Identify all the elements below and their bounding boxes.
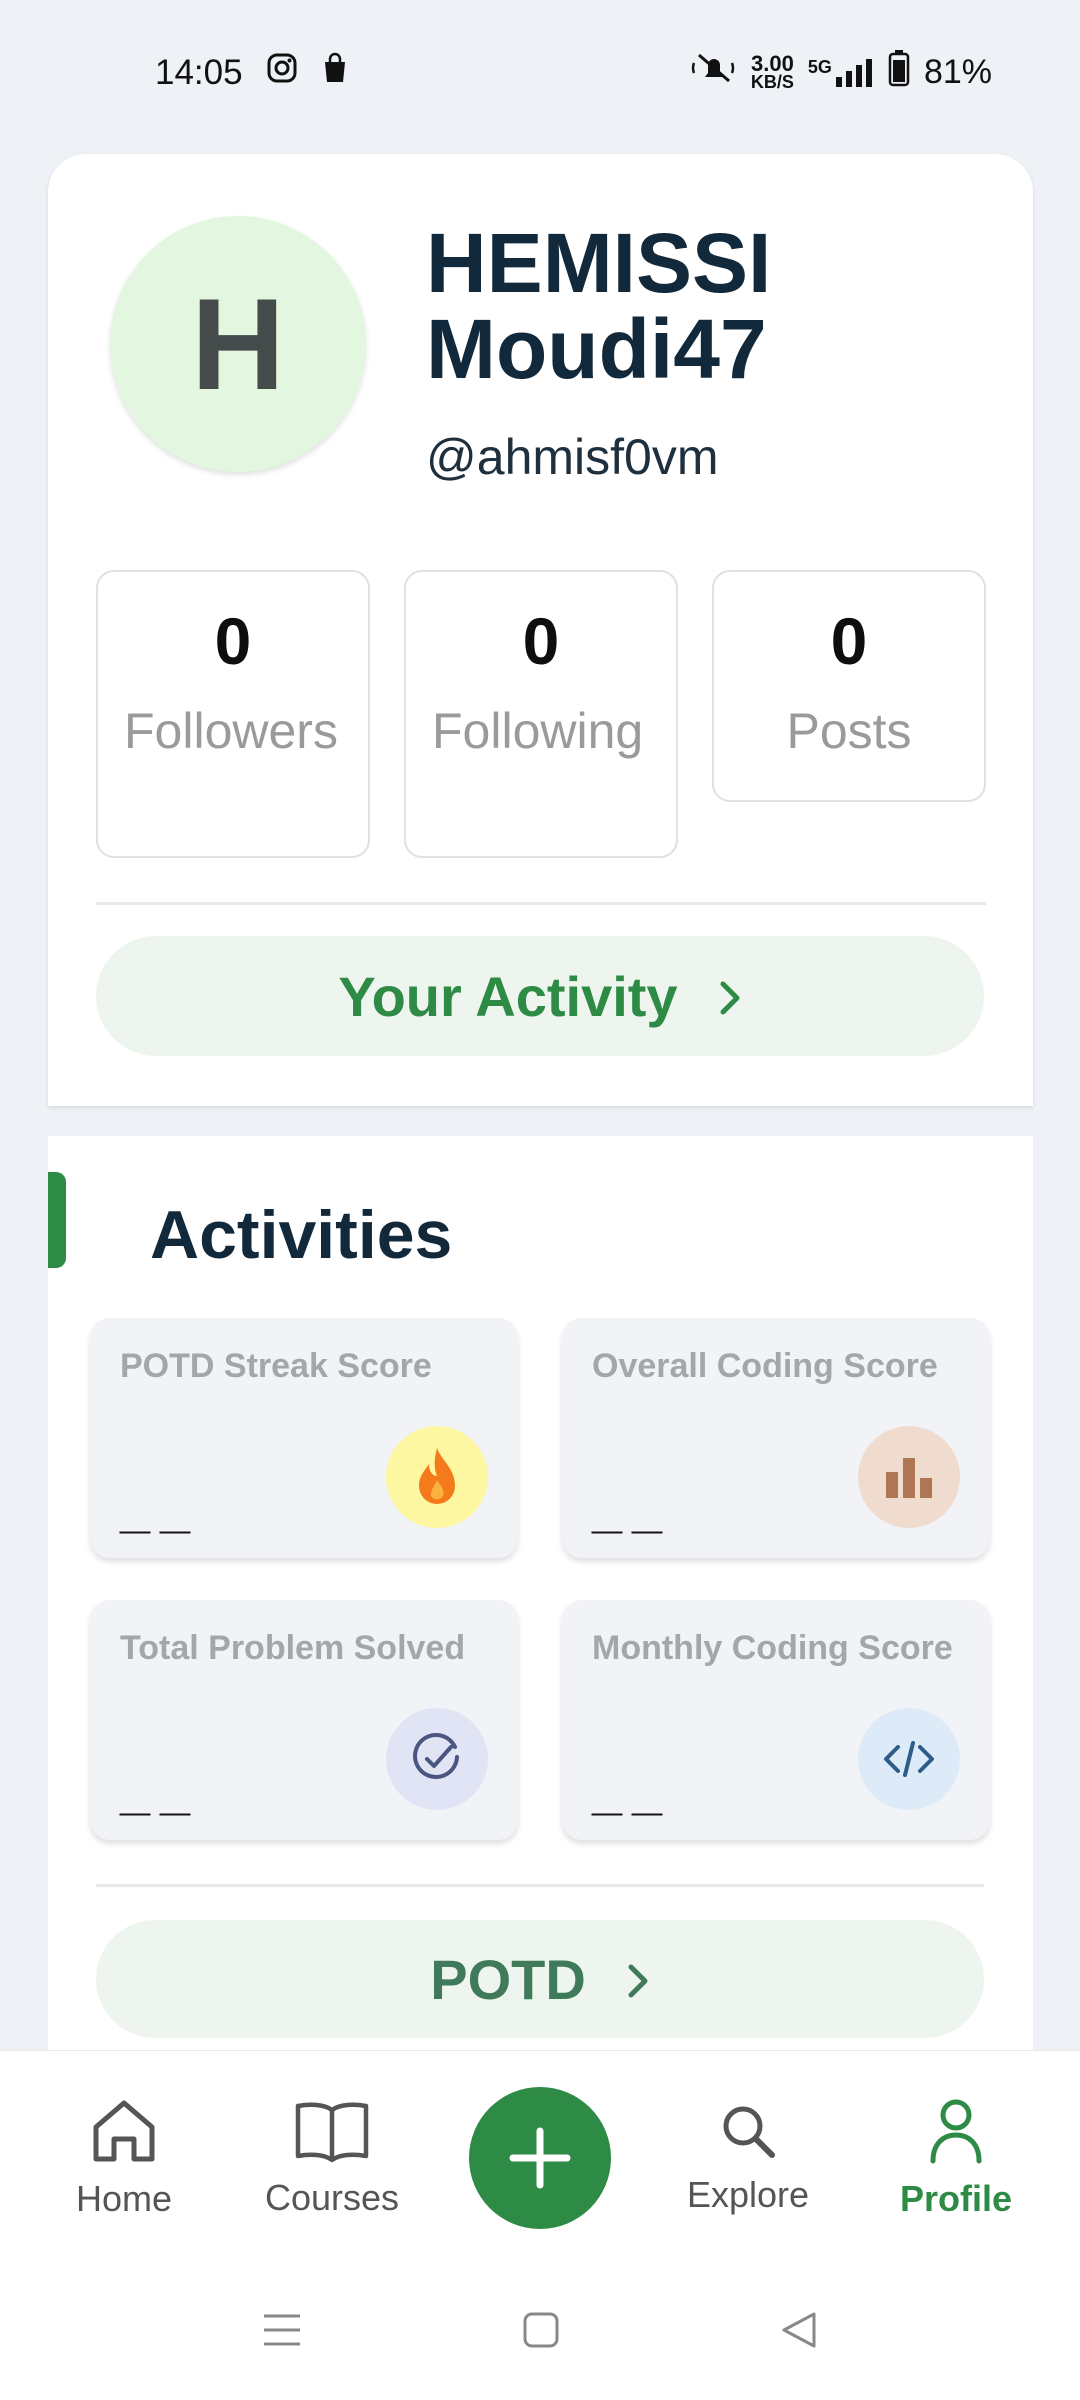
back-icon[interactable] [780, 2310, 818, 2355]
tile-value: __ [592, 1479, 673, 1539]
network-type: 5G [807, 56, 832, 77]
divider [96, 902, 986, 905]
nav-profile-label: Profile [899, 2177, 1013, 2219]
chevron-right-icon [626, 1947, 650, 2012]
nav-explore-label: Explore [686, 2173, 810, 2215]
signal-icon: 5G [808, 57, 874, 89]
stat-following[interactable]: 0 Following [404, 570, 678, 858]
battery-icon [888, 49, 910, 96]
network-speed-unit: KB/S [750, 71, 794, 92]
divider [96, 1884, 984, 1887]
nav-courses[interactable]: Courses [242, 2098, 422, 2219]
status-time: 14:05 [155, 52, 243, 92]
tile-overall-coding-score[interactable]: Overall Coding Score __ [562, 1318, 990, 1558]
profile-card: H HEMISSI Moudi47 @ahmisf0vm 0 Followers… [48, 154, 1033, 1106]
stat-followers[interactable]: 0 Followers [96, 570, 370, 858]
nav-home[interactable]: Home [34, 2097, 214, 2220]
nav-explore[interactable]: Explore [658, 2101, 838, 2216]
stat-posts-label: Posts [786, 703, 912, 759]
book-icon [294, 2098, 370, 2169]
bar-chart-icon [858, 1426, 960, 1528]
profile-name: HEMISSI Moudi47 [426, 216, 772, 396]
tile-total-problem-solved[interactable]: Total Problem Solved __ [90, 1600, 518, 1840]
stat-posts[interactable]: 0 Posts [712, 570, 986, 802]
activities-title: Activities [150, 1197, 453, 1273]
home-icon [88, 2097, 160, 2170]
tile-value: __ [120, 1479, 201, 1539]
home-square-icon[interactable] [522, 2311, 560, 2354]
code-icon [858, 1708, 960, 1810]
tile-value: __ [592, 1761, 673, 1821]
tile-label: Monthly Coding Score [592, 1629, 953, 1667]
tile-value: __ [120, 1761, 201, 1821]
stat-followers-label: Followers [124, 703, 338, 759]
tile-potd-streak[interactable]: POTD Streak Score __ [90, 1318, 518, 1558]
activity-tiles: POTD Streak Score __ Overall Coding Scor… [90, 1318, 990, 1840]
add-button[interactable] [469, 2087, 611, 2229]
plus-icon [509, 2127, 571, 2189]
menu-icon[interactable] [262, 2312, 302, 2353]
potd-button[interactable]: POTD [96, 1920, 984, 2038]
shopping-bag-icon [321, 52, 349, 93]
nav-profile[interactable]: Profile [866, 2097, 1046, 2220]
your-activity-button[interactable]: Your Activity [96, 936, 984, 1056]
flame-icon [386, 1426, 488, 1528]
tile-monthly-coding-score[interactable]: Monthly Coding Score __ [562, 1600, 990, 1840]
system-nav-bar [0, 2265, 1080, 2400]
tile-label: Overall Coding Score [592, 1347, 938, 1385]
stat-following-label: Following [432, 703, 644, 759]
status-right: 3.00 KB/S 5G 81% [691, 49, 992, 96]
section-accent-bar [48, 1172, 66, 1268]
network-speed-value: 3.00 [751, 50, 794, 76]
stat-followers-value: 0 [214, 604, 252, 678]
profile-handle: @ahmisf0vm [426, 429, 719, 485]
tile-label: POTD Streak Score [120, 1347, 432, 1385]
potd-label: POTD [430, 1947, 586, 2011]
check-circle-icon [386, 1708, 488, 1810]
activities-card: Activities POTD Streak Score __ Overall … [48, 1136, 1033, 2056]
tile-label: Total Problem Solved [120, 1629, 466, 1667]
mute-icon [691, 51, 737, 94]
nav-home-label: Home [75, 2177, 173, 2219]
person-icon [928, 2097, 984, 2170]
chevron-right-icon [718, 964, 742, 1029]
status-left: 14:05 [155, 52, 349, 93]
stat-posts-value: 0 [830, 604, 868, 678]
nav-courses-label: Courses [264, 2176, 400, 2218]
network-speed: 3.00 KB/S [750, 50, 794, 92]
profile-stats: 0 Followers 0 Following 0 Posts [96, 570, 986, 858]
stat-following-value: 0 [522, 604, 560, 678]
status-bar: 14:05 3.00 KB/S 5G 81% [0, 0, 1080, 145]
search-icon [718, 2101, 778, 2166]
battery-percent: 81% [923, 53, 992, 91]
avatar[interactable]: H [110, 216, 366, 472]
bottom-nav: Home Courses Explore Profile [0, 2050, 1080, 2265]
your-activity-label: Your Activity [338, 964, 678, 1028]
instagram-icon [267, 53, 297, 92]
nav-add[interactable] [450, 2087, 630, 2229]
